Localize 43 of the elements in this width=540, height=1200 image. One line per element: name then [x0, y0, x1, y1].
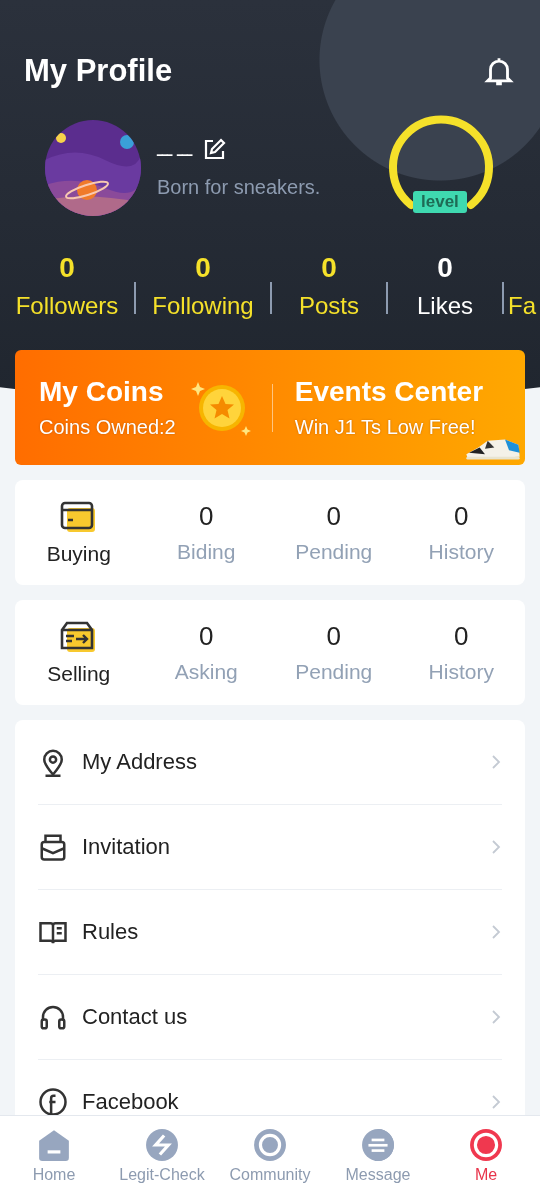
- coins-owned: Coins Owned:2: [39, 416, 176, 439]
- stat-count: 0: [195, 252, 211, 284]
- stat-label[interactable]: Likes: [417, 292, 473, 320]
- mail-icon: [38, 832, 68, 862]
- orders-title[interactable]: Selling: [47, 661, 111, 686]
- order-count: 0: [326, 621, 341, 652]
- chevron-right-icon: [490, 1093, 502, 1111]
- orders-title[interactable]: Buying: [46, 541, 111, 566]
- events-subtitle: Win J1 Ts Low Free!: [294, 416, 477, 439]
- stat-count: 0: [59, 252, 75, 284]
- order-count: 0: [199, 621, 214, 652]
- chevron-right-icon: [490, 923, 502, 941]
- stat-label[interactable]: Following: [152, 292, 254, 320]
- chat-icon: [361, 1128, 395, 1162]
- stat-count: 0: [437, 252, 453, 284]
- order-count: 0: [454, 501, 469, 532]
- chevron-right-icon: [490, 753, 502, 771]
- menu-item[interactable]: My Address: [82, 749, 476, 775]
- user-name: ـــ ـــ: [157, 138, 192, 161]
- stat-label[interactable]: Posts: [299, 292, 359, 320]
- house-icon: [37, 1128, 71, 1162]
- chevron-right-icon: [490, 838, 502, 856]
- stat-count: 0: [321, 252, 337, 284]
- order-count: 0: [199, 501, 214, 532]
- ring-icon: [469, 1128, 503, 1162]
- page-title: My Profile: [24, 53, 173, 89]
- chevron-right-icon: [490, 1008, 502, 1026]
- menu-item[interactable]: Facebook: [82, 1089, 476, 1115]
- level-badge: level: [413, 191, 467, 213]
- user-bio: Born for sneakers.: [157, 175, 322, 199]
- nav-tab[interactable]: Me: [432, 1116, 540, 1200]
- facebook-icon: [38, 1087, 68, 1117]
- menu-item[interactable]: Contact us: [82, 1004, 476, 1030]
- edit-icon[interactable]: [202, 137, 226, 162]
- stat-label[interactable]: Followers: [15, 292, 119, 320]
- coins-title: My Coins: [39, 376, 165, 408]
- stat-label[interactable]: Fa: [508, 292, 536, 320]
- events-title: Events Center: [294, 376, 484, 408]
- menu-item[interactable]: Invitation: [82, 834, 476, 860]
- order-count: 0: [326, 501, 341, 532]
- order-count: 0: [454, 621, 469, 652]
- ring-icon: [253, 1128, 287, 1162]
- menu-item[interactable]: Rules: [82, 919, 476, 945]
